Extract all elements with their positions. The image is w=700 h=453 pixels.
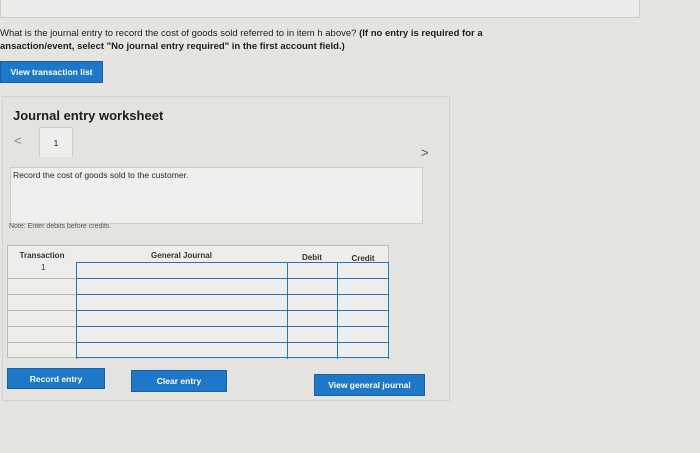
question-line1: What is the journal entry to record the … xyxy=(0,28,357,39)
question-line2: ansaction/event, select "No journal entr… xyxy=(0,41,345,52)
view-transaction-list-button[interactable]: View transaction list xyxy=(0,61,103,83)
question-line1-bold: (If no entry is required for a xyxy=(356,28,483,39)
journal-entry-worksheet: Journal entry worksheet < 1 > Record the… xyxy=(2,96,450,401)
header-transaction: Transaction xyxy=(19,250,65,260)
worksheet-title: Journal entry worksheet xyxy=(13,108,164,123)
journal-table: Transaction General Journal Debit Credit… xyxy=(7,245,389,359)
general-journal-field-row1[interactable] xyxy=(77,263,287,278)
clear-entry-button[interactable]: Clear entry xyxy=(131,370,227,392)
record-entry-button[interactable]: Record entry xyxy=(7,368,105,389)
instruction-text: Record the cost of goods sold to the cus… xyxy=(13,170,189,180)
credit-field-row1[interactable] xyxy=(338,263,388,278)
previous-field-strip xyxy=(0,0,640,18)
question-text: What is the journal entry to record the … xyxy=(0,27,640,53)
view-general-journal-button[interactable]: View general journal xyxy=(314,374,425,396)
tab-1[interactable]: 1 xyxy=(39,127,73,157)
chevron-right-icon[interactable]: > xyxy=(421,145,429,160)
debit-field-row1[interactable] xyxy=(288,263,337,278)
note-text: Note: Enter debits before credits. xyxy=(9,223,112,230)
chevron-left-icon[interactable]: < xyxy=(14,133,22,148)
transaction-number: 1 xyxy=(41,263,46,272)
